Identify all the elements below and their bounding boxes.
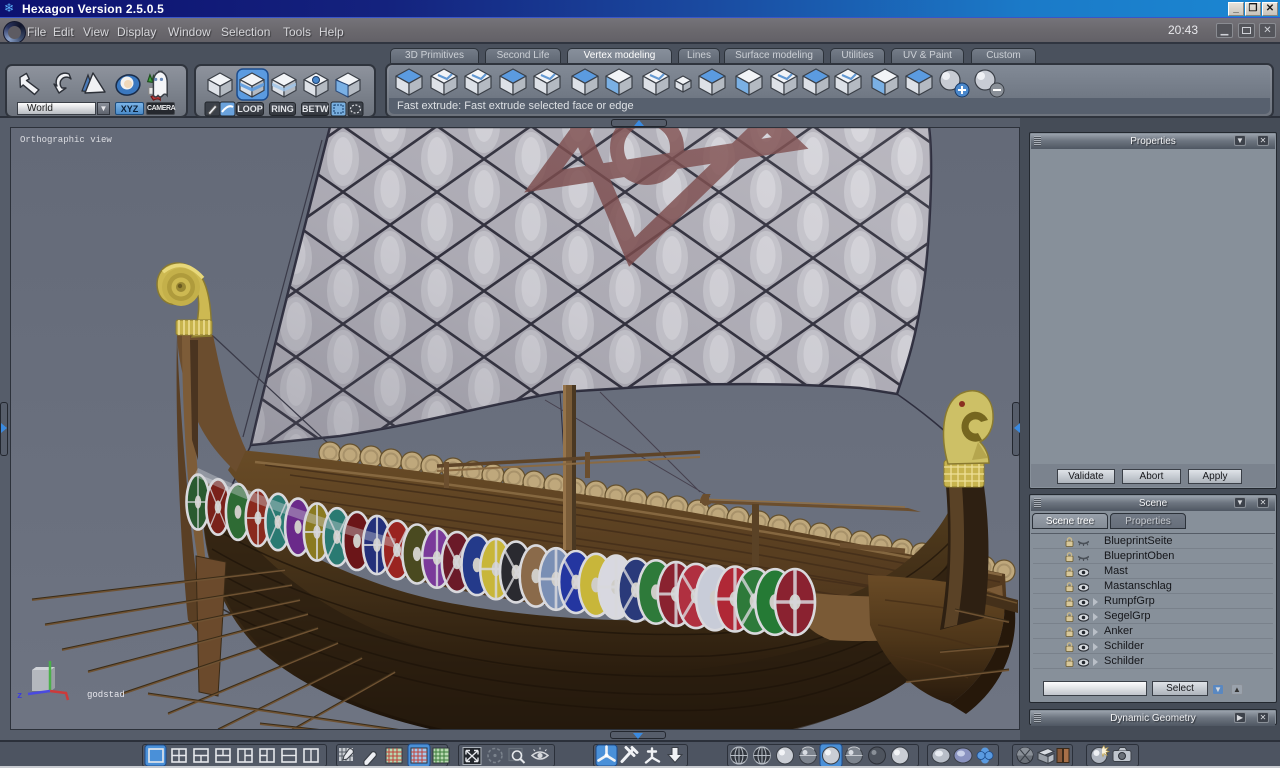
svg-text:Orthographic view: Orthographic view (20, 135, 112, 145)
svg-text:godstad: godstad (87, 690, 125, 700)
svg-text:z: z (17, 691, 22, 701)
